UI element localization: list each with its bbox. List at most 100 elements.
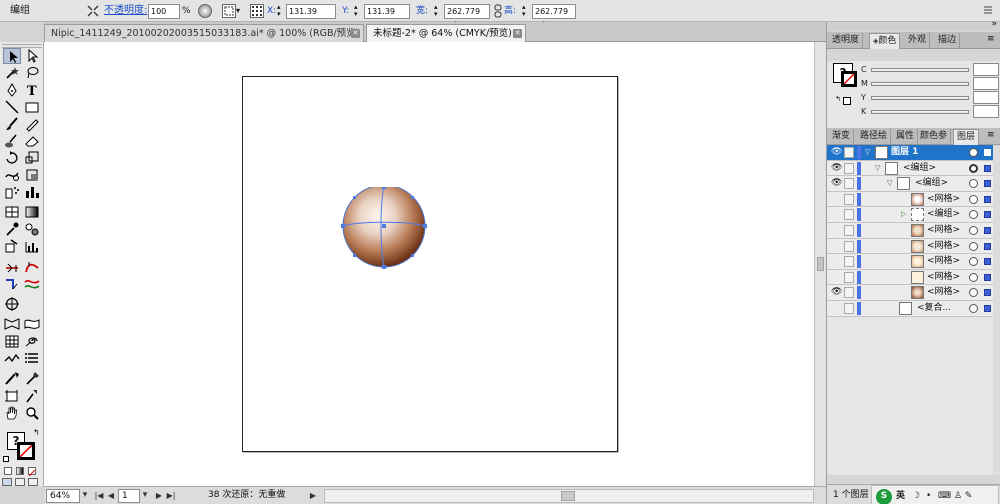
selection-indicator[interactable] <box>984 180 991 188</box>
style-icon[interactable] <box>198 4 212 18</box>
selection-indicator[interactable] <box>984 195 991 203</box>
cyan-track[interactable] <box>871 68 969 72</box>
layer-row-group-1[interactable]: 👁 ▽ <编组> <box>827 160 1000 177</box>
tab-attributes[interactable]: 属性 <box>893 129 919 145</box>
visibility-eye-icon[interactable] <box>831 303 841 313</box>
black-track[interactable] <box>871 110 969 114</box>
layer-name[interactable]: <编组> <box>903 161 936 175</box>
opacity-input[interactable]: 100 <box>148 4 180 19</box>
magenta-slider[interactable]: M <box>857 77 999 91</box>
panel-menu-icon[interactable] <box>982 4 996 18</box>
swap-fill-stroke-icon[interactable]: ↰ <box>33 428 40 437</box>
perspective-grid-tool-icon[interactable] <box>3 316 21 332</box>
yellow-slider[interactable]: Y <box>857 91 999 105</box>
flag-warp-tool-icon[interactable] <box>23 316 41 332</box>
visibility-eye-icon[interactable] <box>831 209 841 219</box>
mesh-tool-icon[interactable] <box>3 204 21 220</box>
visibility-eye-icon[interactable]: 👁 <box>831 163 842 173</box>
eraser-tool-icon[interactable] <box>23 133 41 149</box>
visibility-eye-icon[interactable] <box>831 256 841 266</box>
expand-triangle-icon[interactable]: ▽ <box>887 178 892 188</box>
tab-color[interactable]: ◈颜色 <box>869 33 901 49</box>
tab-layers[interactable]: 图层 <box>953 129 980 145</box>
ime-logo-icon[interactable]: S <box>876 489 892 504</box>
zoom-field[interactable]: 64% <box>46 489 80 503</box>
layer-row-mesh-6[interactable]: 👁 <网格> <box>827 285 1000 301</box>
lock-toggle[interactable] <box>844 193 854 205</box>
rotate-tool-icon[interactable] <box>3 150 21 166</box>
type-tool-icon[interactable]: T <box>23 82 41 98</box>
layer-name[interactable]: <网格> <box>927 285 960 299</box>
color-mode-icon[interactable] <box>4 467 12 475</box>
black-value[interactable] <box>973 105 999 118</box>
expand-triangle-icon[interactable]: ▽ <box>875 163 880 173</box>
last-artboard-icon[interactable]: ▶| <box>166 489 176 503</box>
zoom-tool-icon[interactable] <box>23 405 41 421</box>
none-swatch[interactable] <box>843 97 851 105</box>
target-icon[interactable] <box>969 257 978 267</box>
layer-row-mesh-5[interactable]: <网格> <box>827 269 1000 286</box>
target-icon[interactable] <box>969 226 978 235</box>
symbol-sprayer-tool-icon[interactable] <box>3 184 21 200</box>
lock-toggle[interactable] <box>844 271 854 283</box>
tab-document-2[interactable]: 未标题-2* @ 64% (CMYK/预览) ✕ <box>366 24 526 42</box>
layer-row-group-2[interactable]: 👁 ▽ <编组> <box>827 176 1000 192</box>
layers-scrollbar[interactable] <box>993 145 1000 475</box>
first-artboard-icon[interactable]: |◀ <box>94 489 104 503</box>
visibility-eye-icon[interactable]: 👁 <box>831 178 842 188</box>
warp-tool-icon[interactable] <box>3 167 21 183</box>
ime-tools-icon[interactable]: ⌨ ♙ ✎ <box>938 489 972 503</box>
fill-stroke-widget[interactable]: ? ↰ <box>3 428 41 464</box>
default-colors-icon[interactable] <box>3 456 9 462</box>
x-input[interactable]: 131.39 mm <box>286 4 336 29</box>
close-icon[interactable]: ✕ <box>513 29 522 38</box>
tab-appearance[interactable]: 外观 <box>905 33 931 49</box>
width-tool-icon[interactable] <box>23 259 41 275</box>
align-icon[interactable] <box>222 4 236 18</box>
magenta-track[interactable] <box>871 82 969 86</box>
lock-toggle[interactable] <box>844 240 854 252</box>
blend-tool-icon[interactable] <box>23 221 41 237</box>
target-icon[interactable] <box>969 272 978 282</box>
crop-area-tool-icon[interactable] <box>3 296 21 312</box>
visibility-eye-icon[interactable] <box>831 241 841 251</box>
selection-indicator[interactable] <box>984 305 991 312</box>
layer-name[interactable]: <复合... <box>917 301 951 315</box>
pencil-tool-icon[interactable] <box>23 116 41 132</box>
panel-menu-icon[interactable]: ≡ <box>987 130 995 140</box>
selection-indicator[interactable] <box>984 227 991 234</box>
yellow-track[interactable] <box>871 96 969 100</box>
horizontal-scrollbar[interactable] <box>324 489 814 503</box>
free-transform-tool-icon[interactable] <box>23 167 41 183</box>
column-graph-tool-icon[interactable] <box>23 184 41 200</box>
status-menu-icon[interactable]: ▶ <box>308 489 318 503</box>
direct-selection-tool-icon[interactable] <box>23 48 41 64</box>
layer-name[interactable]: <网格> <box>927 223 960 237</box>
document-canvas[interactable] <box>44 42 814 486</box>
collapse-icon[interactable]: » <box>991 19 997 29</box>
target-icon[interactable] <box>969 179 978 189</box>
target-icon[interactable] <box>969 210 978 220</box>
width-input[interactable]: 262.779 mi <box>444 4 490 29</box>
blob-brush-tool-icon[interactable] <box>3 133 21 149</box>
width-stepper-icon[interactable]: ▴ ▾ <box>434 4 442 18</box>
height-stepper-icon[interactable]: ▴ ▾ <box>522 4 530 18</box>
ime-moon-icon[interactable]: ☽ <box>912 489 920 503</box>
vertical-scroll-thumb[interactable] <box>817 257 824 271</box>
gradient-tool-icon[interactable] <box>23 204 41 220</box>
recolor-icon[interactable] <box>86 4 100 18</box>
opacity-link[interactable]: 不透明度: <box>104 3 147 19</box>
vertical-scrollbar[interactable] <box>814 42 826 486</box>
scissors-tool-icon[interactable] <box>3 259 21 275</box>
measure-tool-icon[interactable] <box>23 370 41 386</box>
knife-tool-icon[interactable] <box>3 276 21 292</box>
lock-toggle[interactable] <box>844 209 854 221</box>
slice-tool-icon[interactable] <box>3 370 21 386</box>
align-dropdown-icon[interactable]: ▾ <box>236 3 240 19</box>
draw-behind-icon[interactable] <box>15 478 25 486</box>
selection-tool-icon[interactable] <box>3 48 21 64</box>
selection-indicator[interactable] <box>984 258 991 266</box>
target-icon[interactable] <box>969 304 978 313</box>
stroke-swatch[interactable] <box>17 442 35 460</box>
lock-toggle[interactable] <box>844 287 854 299</box>
